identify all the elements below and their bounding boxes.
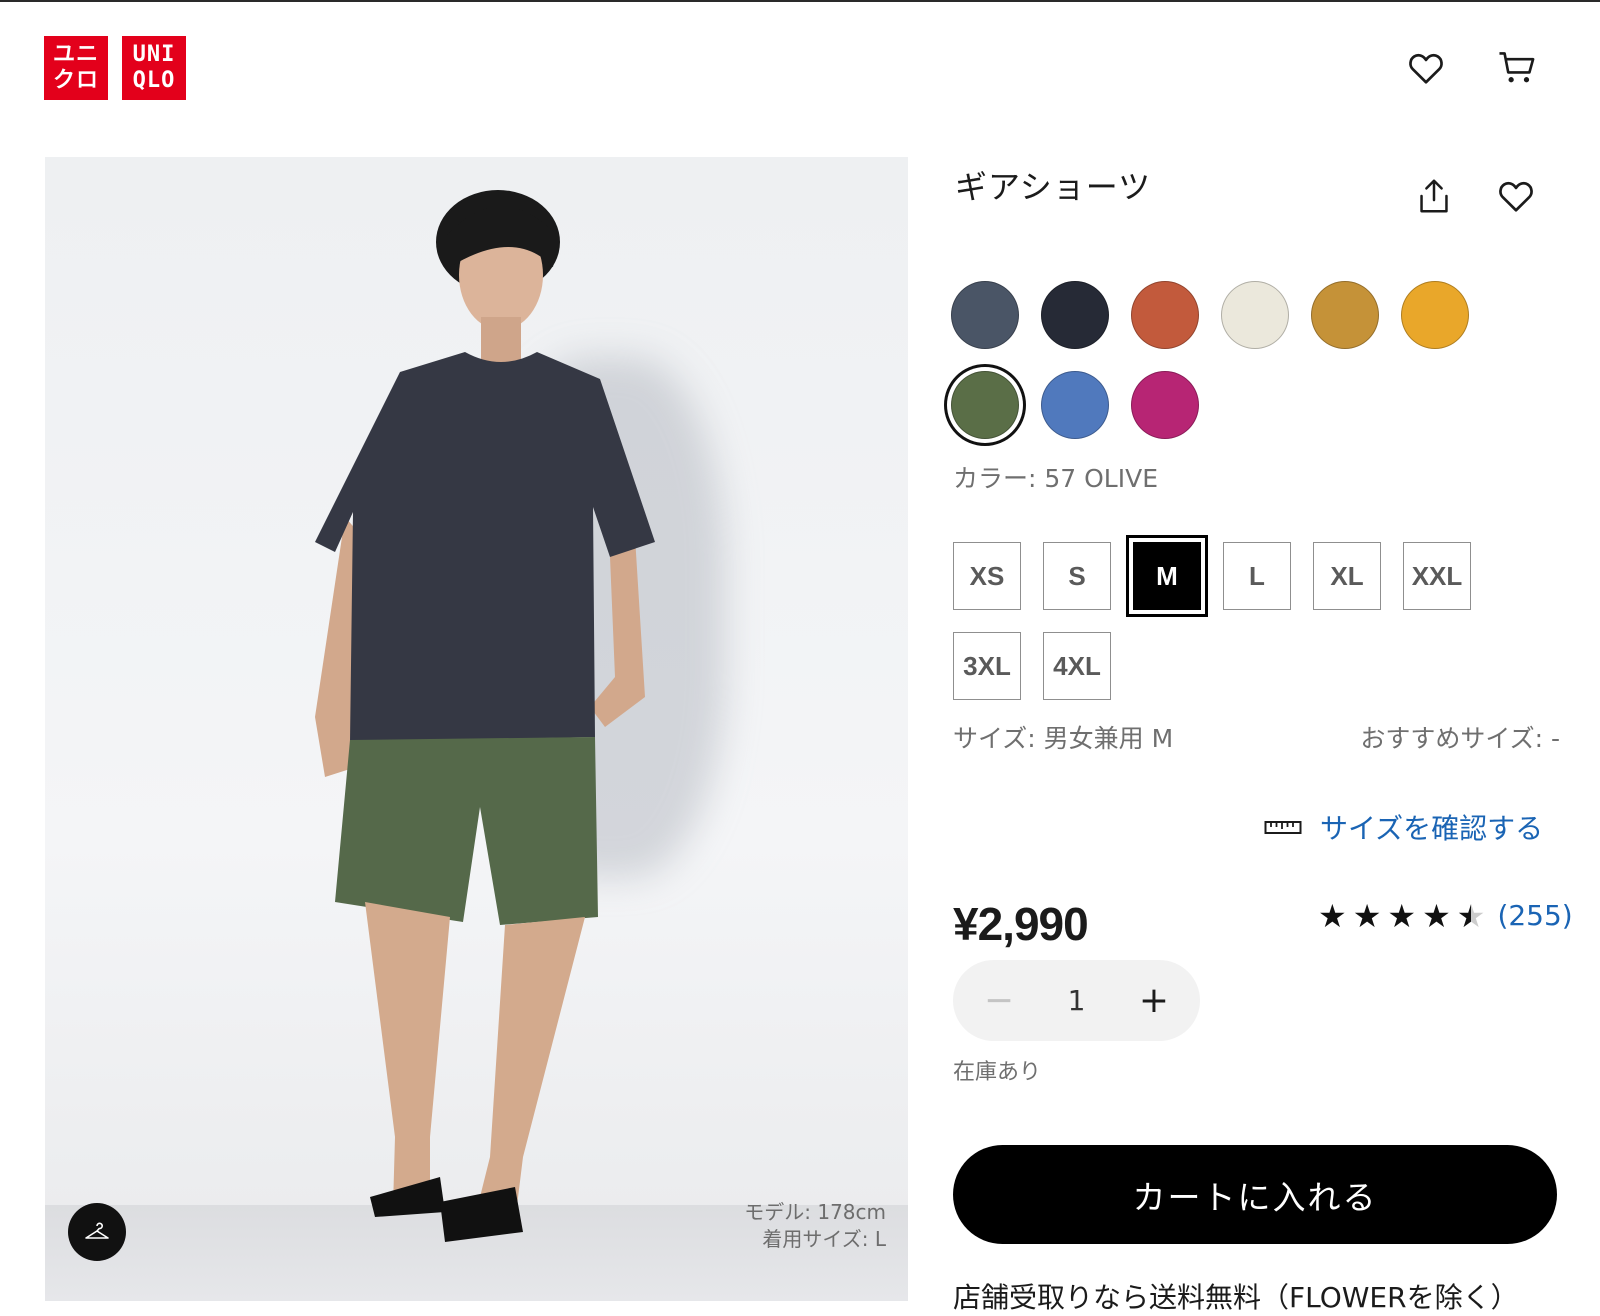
color-swatch-magenta[interactable] — [1131, 371, 1199, 439]
star-half-icon: ★ — [1456, 896, 1486, 935]
color-swatch-orange[interactable] — [1131, 281, 1199, 349]
star-4-icon: ★ — [1422, 896, 1451, 935]
color-swatch-navy[interactable] — [951, 281, 1019, 349]
heart-icon — [1409, 53, 1443, 84]
share-button[interactable] — [1410, 172, 1458, 220]
size-option-4xl[interactable]: 4XL — [1043, 632, 1111, 700]
model-height: モデル: 178cm — [744, 1200, 886, 1224]
recommended-size: おすすめサイズ: - — [1360, 724, 1560, 753]
size-option-l[interactable]: L — [1223, 542, 1291, 610]
quantity-decrease-button[interactable]: − — [979, 980, 1019, 1021]
logo-text-bottom: クロ — [52, 68, 99, 93]
model-info: モデル: 178cm 着用サイズ: L — [744, 1199, 886, 1253]
product-wishlist-button[interactable] — [1492, 172, 1540, 220]
color-label: カラー: 57 OLIVE — [953, 464, 1159, 493]
size-check-text[interactable]: サイズを確認する — [1320, 807, 1543, 847]
add-to-cart-button[interactable]: カートに入れる — [953, 1145, 1557, 1244]
try-on-button[interactable] — [68, 1203, 126, 1261]
hanger-icon — [85, 1222, 109, 1239]
quantity-increase-button[interactable]: + — [1134, 980, 1174, 1021]
header-cart-button[interactable] — [1495, 46, 1539, 90]
color-swatch-off-white[interactable] — [1221, 281, 1289, 349]
star-2-icon: ★ — [1352, 896, 1382, 935]
quantity-value[interactable]: 1 — [1068, 984, 1086, 1017]
size-check-link[interactable]: サイズを確認する — [1264, 807, 1543, 847]
shipping-note: 店舗受取りなら送料無料（FLOWERを除く） — [953, 1281, 1519, 1314]
quantity-stepper: − 1 + — [953, 960, 1200, 1041]
cart-icon — [1499, 52, 1535, 83]
size-label: サイズ: 男女兼用 M — [953, 724, 1174, 753]
product-title: ギアショーツ — [955, 168, 1152, 206]
logo-latin-block: UNI QLO — [122, 36, 186, 100]
color-swatches — [951, 281, 1511, 439]
size-option-xs[interactable]: XS — [953, 542, 1021, 610]
size-options: XS S M L XL XXL 3XL 4XL — [953, 535, 1513, 700]
rating-count[interactable]: (255) — [1497, 899, 1572, 932]
size-option-m[interactable]: M — [1126, 535, 1208, 617]
color-swatch-yellow[interactable] — [1401, 281, 1469, 349]
logo-text-top: ユニ — [52, 42, 99, 67]
star-1-icon: ★ — [1318, 896, 1347, 935]
logo-latin-top: UNI — [132, 42, 176, 67]
star-3-icon: ★ — [1387, 896, 1417, 935]
header-wishlist-button[interactable] — [1404, 46, 1448, 90]
logo-katakana-block: ユニ クロ — [44, 36, 108, 100]
rating[interactable]: ★ ★ ★ ★ ★ (255) — [1318, 899, 1573, 932]
ruler-icon — [1264, 821, 1302, 834]
uniqlo-logo[interactable]: ユニ クロ UNI QLO — [44, 36, 186, 100]
model-size: 着用サイズ: L — [762, 1227, 886, 1251]
color-swatch-olive[interactable] — [951, 371, 1019, 439]
color-swatch-dark-navy[interactable] — [1041, 281, 1109, 349]
stock-status: 在庫あり — [953, 1060, 1042, 1085]
size-option-xxl[interactable]: XXL — [1403, 542, 1471, 610]
logo-latin-bottom: QLO — [132, 68, 176, 93]
price: ¥2,990 — [953, 898, 1089, 950]
heart-icon — [1499, 181, 1533, 212]
model-figure — [315, 190, 655, 1242]
share-icon — [1420, 179, 1448, 213]
product-image[interactable]: モデル: 178cm 着用サイズ: L — [45, 157, 908, 1301]
color-swatch-mustard[interactable] — [1311, 281, 1379, 349]
size-option-s[interactable]: S — [1043, 542, 1111, 610]
size-option-xl[interactable]: XL — [1313, 542, 1381, 610]
color-swatch-blue[interactable] — [1041, 371, 1109, 439]
size-option-3xl[interactable]: 3XL — [953, 632, 1021, 700]
